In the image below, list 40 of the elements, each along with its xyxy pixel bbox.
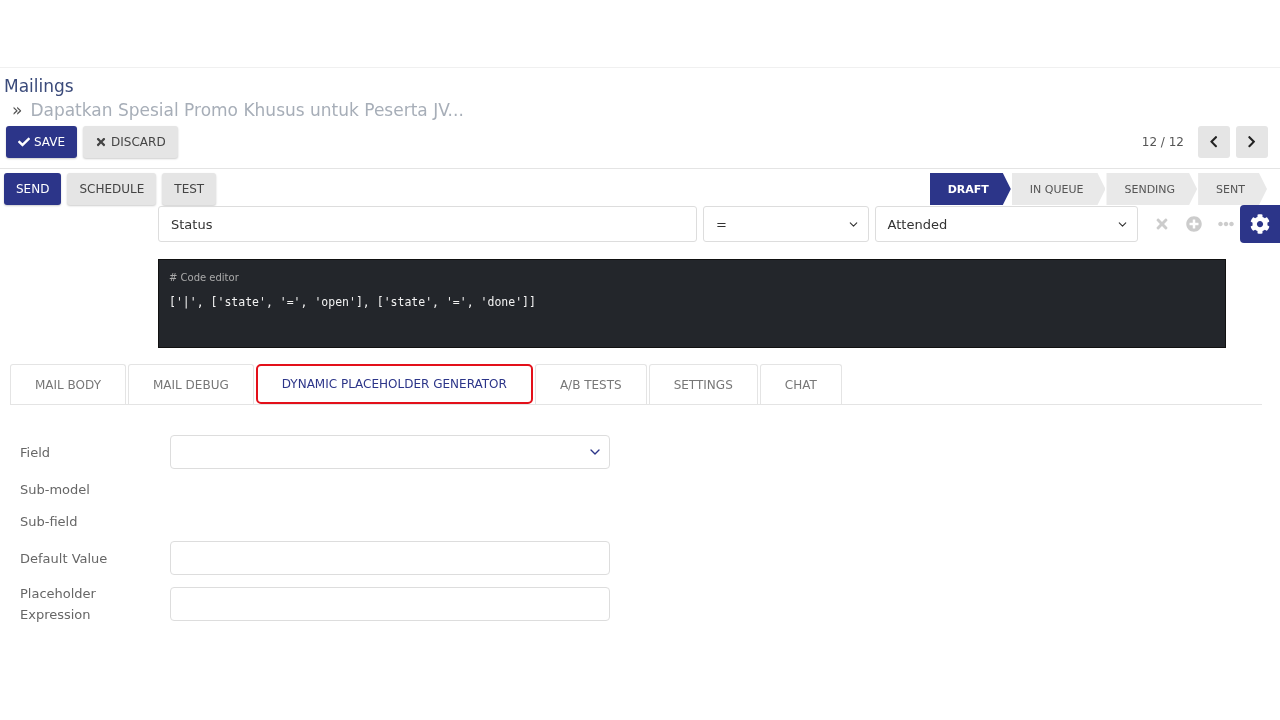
operator-select[interactable]: =	[702, 206, 869, 242]
pager-counter: 12 / 12	[1141, 135, 1184, 149]
field-select[interactable]: Status	[158, 206, 697, 242]
field-label: Sub-model	[20, 480, 91, 499]
breadcrumb-separator: »	[12, 100, 23, 120]
close-icon	[95, 136, 108, 148]
field-label: Placeholder Expression	[20, 585, 97, 624]
tab[interactable]: CHAT	[759, 364, 842, 404]
status-stage[interactable]: DRAFT	[929, 173, 1011, 205]
previous-button[interactable]	[1198, 126, 1230, 158]
field-label: Sub-field	[20, 512, 79, 531]
tab[interactable]: SETTINGS	[648, 364, 758, 404]
settings-button[interactable]	[1240, 205, 1280, 243]
save-button[interactable]: SAVE	[6, 126, 78, 158]
status-stage[interactable]: SENT	[1198, 173, 1267, 205]
tab[interactable]: DYNAMIC PLACEHOLDER GENERATOR	[255, 364, 533, 404]
tab[interactable]: A/B TESTS	[534, 364, 647, 404]
status-stage[interactable]: IN QUEUE	[1011, 173, 1106, 205]
header-button[interactable]: SCHEDULE	[67, 173, 157, 205]
settings-icon	[1250, 214, 1271, 234]
select-field[interactable]	[170, 435, 610, 469]
editor-caption: # Code editor	[169, 272, 240, 283]
field-label: Default Value	[20, 549, 109, 568]
input-field[interactable]	[170, 541, 610, 575]
next-button[interactable]	[1236, 126, 1268, 158]
value-select[interactable]: Attended	[874, 206, 1139, 242]
header-button[interactable]: TEST	[162, 173, 217, 205]
breadcrumb-link[interactable]: Mailings	[4, 76, 1268, 96]
discard-button[interactable]: DISCARD	[83, 126, 178, 158]
tab[interactable]: MAIL BODY	[10, 364, 126, 404]
header-button[interactable]: SEND	[4, 173, 62, 205]
input-field[interactable]	[170, 587, 610, 621]
tab[interactable]: MAIL DEBUG	[128, 364, 254, 404]
plus-icon[interactable]	[1186, 216, 1203, 232]
code-editor[interactable]: # Code editor ['|', ['state', '=', 'open'], ['state', '=', 'done']]	[158, 259, 1226, 348]
status-stage[interactable]: SENDING	[1106, 173, 1198, 205]
record-title: Dapatkan Spesial Promo Khusus untuk Peserta JV...	[30, 100, 464, 120]
check-icon	[18, 136, 30, 148]
field-label: Field	[20, 443, 51, 462]
code-text: ['|', ['state', '=', 'open'], ['state', '=', 'done']]	[169, 295, 537, 309]
